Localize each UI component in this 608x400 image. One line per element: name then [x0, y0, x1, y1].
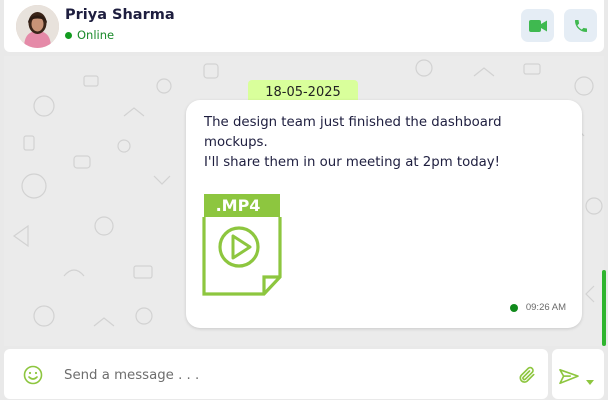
message-bubble[interactable]: The design team just finished the dashbo… — [186, 100, 582, 328]
attach-button[interactable] — [517, 364, 537, 391]
video-camera-icon — [528, 19, 547, 32]
delivered-dot — [509, 303, 518, 312]
send-control — [552, 349, 604, 399]
attachment-type-label: .MP4 — [216, 196, 261, 215]
presence-status: Online — [65, 28, 114, 42]
contact-name: Priya Sharma — [65, 7, 175, 23]
emoji-button[interactable] — [23, 365, 43, 390]
video-call-button[interactable] — [521, 9, 554, 42]
send-button[interactable] — [558, 368, 580, 391]
message-line: The design team just finished the dashbo… — [204, 115, 502, 130]
message-composer — [4, 349, 548, 399]
mp4-attachment[interactable]: .MP4 — [202, 191, 282, 302]
chat-area[interactable]: 18-05-2025 The design team just finished… — [4, 56, 604, 346]
message-text: The design team just finished the dashbo… — [204, 113, 574, 173]
chat-app: Priya Sharma Online 18-05-2025 The desig… — [0, 0, 608, 400]
phone-icon — [574, 19, 587, 32]
paperclip-icon — [519, 366, 535, 383]
smiley-icon — [23, 365, 43, 385]
message-line: mockups. — [204, 135, 268, 150]
chat-scrollbar[interactable] — [602, 270, 606, 346]
send-options-dropdown[interactable] — [586, 373, 594, 391]
video-file-icon: .MP4 — [202, 194, 282, 296]
status-label: Online — [77, 28, 115, 42]
message-time: 09:26 AM — [525, 302, 566, 313]
caret-down-icon — [586, 380, 594, 385]
online-dot — [65, 31, 72, 39]
avatar[interactable] — [16, 5, 59, 48]
chat-header: Priya Sharma Online — [4, 0, 604, 52]
voice-call-button[interactable] — [564, 9, 597, 42]
message-meta: 09:26 AM — [509, 302, 566, 313]
message-input[interactable] — [64, 363, 504, 387]
send-icon — [559, 368, 579, 385]
message-line: I'll share them in our meeting at 2pm to… — [204, 155, 501, 170]
